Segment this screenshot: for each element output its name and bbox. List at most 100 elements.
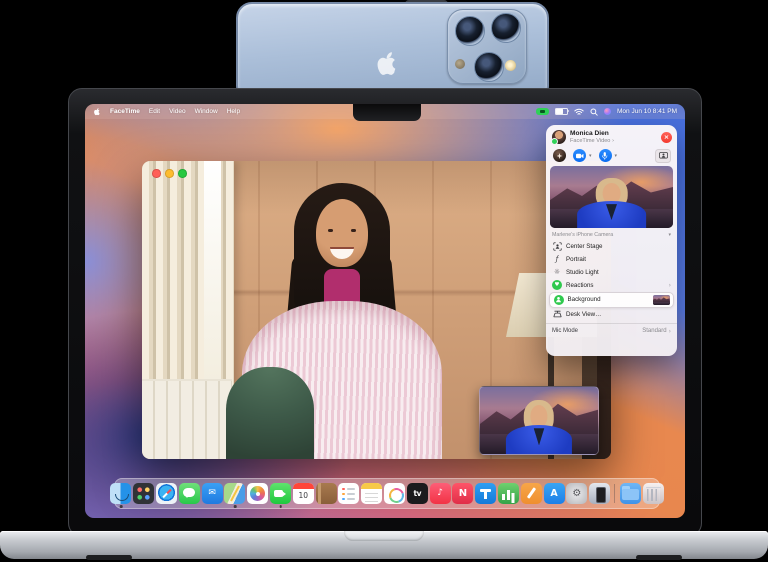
mic-toggle-button[interactable] (599, 149, 612, 162)
dock-calendar-icon[interactable]: 10 (293, 483, 314, 504)
call-header: Monica Dien FaceTime Video › × (546, 125, 677, 148)
product-shot: FaceTime Edit Video Window Help (0, 0, 768, 562)
dock-facetime-icon[interactable] (270, 483, 291, 504)
reactions-icon: ♥ (552, 280, 562, 290)
minimize-window-button[interactable] (165, 169, 174, 178)
dock-notes-icon[interactable] (361, 483, 382, 504)
chevron-down-icon: ▾ (668, 232, 671, 238)
self-video-preview[interactable] (550, 166, 673, 228)
dock-messages-icon[interactable] (179, 483, 200, 504)
chevron-right-icon: › (669, 328, 671, 335)
siri-icon[interactable] (604, 108, 612, 116)
dock-reminders-icon[interactable] (338, 483, 359, 504)
caller-avatar (552, 130, 566, 144)
video-window-light (204, 161, 221, 383)
facetime-window[interactable] (142, 161, 611, 459)
self-view-person (506, 400, 572, 454)
search-icon[interactable] (590, 108, 598, 116)
effect-row-studio-light[interactable]: ☼ Studio Light (546, 266, 677, 279)
dock-numbers-icon[interactable] (498, 483, 519, 504)
mac-screen: FaceTime Edit Video Window Help (85, 104, 685, 518)
dock-trash-icon[interactable] (643, 483, 664, 504)
call-buttons: ▾ ▾ (546, 148, 677, 166)
dock-safari-icon[interactable] (156, 483, 177, 504)
camera-source-header[interactable]: Marlene’s iPhone Camera ▾ (546, 228, 677, 240)
dock-tv-icon[interactable]: tv (407, 483, 428, 504)
menu-video[interactable]: Video (169, 108, 186, 115)
portrait-icon: ƒ (552, 254, 562, 264)
dock-pages-icon[interactable] (521, 483, 542, 504)
studio-light-icon: ☼ (552, 267, 562, 277)
background-thumbnail (653, 295, 670, 305)
mic-mode-value: Standard (642, 328, 666, 334)
preview-person (577, 178, 646, 228)
menu-help[interactable]: Help (227, 108, 240, 115)
camera-toggle-button[interactable] (573, 149, 586, 162)
share-screen-button[interactable] (655, 149, 671, 163)
menu-edit[interactable]: Edit (149, 108, 160, 115)
call-type[interactable]: FaceTime Video › (570, 138, 614, 145)
battery-icon[interactable] (555, 108, 568, 116)
share-screen-icon (659, 152, 668, 159)
dock-maps-icon[interactable] (224, 483, 245, 504)
dock-music-icon[interactable]: ♪ (430, 483, 451, 504)
effect-row-portrait[interactable]: ƒ Portrait (546, 253, 677, 266)
apple-logo (374, 48, 400, 78)
effect-row-desk-view[interactable]: Desk View… (546, 308, 677, 321)
dock-mail-icon[interactable]: ✉ (202, 483, 223, 504)
effect-row-center-stage[interactable]: Center Stage (546, 240, 677, 253)
effects-button[interactable] (553, 149, 566, 162)
dock-iphone-mirroring-icon[interactable] (589, 483, 610, 504)
video-camera-icon (576, 153, 584, 159)
chevron-right-icon: › (669, 282, 671, 289)
mic-icon (602, 152, 608, 160)
iphone-camera-module (447, 9, 527, 84)
close-window-button[interactable] (152, 169, 161, 178)
camera-lens (491, 13, 521, 43)
mount-clamp (353, 104, 421, 121)
iphone-continuity-camera (236, 2, 549, 102)
camera-flash (505, 60, 516, 71)
background-icon (555, 296, 562, 303)
dock-settings-icon[interactable]: ⚙ (566, 483, 587, 504)
video-armchair (226, 367, 314, 459)
camera-active-indicator[interactable] (536, 108, 549, 116)
zoom-window-button[interactable] (178, 169, 187, 178)
camera-lens (455, 16, 485, 46)
lidar-sensor (455, 59, 465, 69)
dock-freeform-icon[interactable] (384, 483, 405, 504)
effect-row-reactions[interactable]: ♥ Reactions › (546, 279, 677, 292)
dock: ✉ 10 tv♪N A⚙ (114, 478, 660, 509)
chevron-down-icon[interactable]: ▾ (615, 153, 618, 159)
dock-downloads-icon[interactable] (620, 483, 641, 504)
center-stage-icon (553, 242, 562, 251)
mic-mode-row[interactable]: Mic Mode Standard › (546, 323, 677, 339)
desk-view-icon (553, 310, 562, 318)
menu-window[interactable]: Window (195, 108, 218, 115)
dock-contacts-icon[interactable] (316, 483, 337, 504)
menu-facetime[interactable]: FaceTime (110, 108, 140, 115)
window-controls (152, 169, 187, 178)
macbook-base (0, 531, 768, 559)
dock-news-icon[interactable]: N (452, 483, 473, 504)
end-call-button[interactable]: × (661, 132, 672, 143)
macbook-display: FaceTime Edit Video Window Help (68, 88, 702, 537)
dock-finder-icon[interactable] (110, 483, 131, 504)
apple-menu-icon[interactable] (93, 107, 101, 116)
dock-keynote-icon[interactable] (475, 483, 496, 504)
dock-appstore-icon[interactable]: A (544, 483, 565, 504)
dock-launchpad-icon[interactable] (133, 483, 154, 504)
self-view-pip[interactable] (479, 386, 599, 455)
chevron-down-icon[interactable]: ▾ (589, 153, 592, 159)
macbook-foot (86, 555, 132, 560)
macbook-foot (636, 555, 682, 560)
close-icon: × (664, 134, 669, 141)
wifi-icon[interactable] (574, 108, 584, 116)
caller-name: Monica Dien (570, 130, 614, 138)
facetime-controls-panel: Monica Dien FaceTime Video › × ▾ (546, 125, 677, 356)
camera-lens (474, 52, 504, 82)
menu-bar-clock[interactable]: Mon Jun 10 8:41 PM (617, 108, 677, 115)
video-wainscot (142, 379, 232, 459)
dock-photos-icon[interactable] (247, 483, 268, 504)
effect-row-background[interactable]: Background (549, 292, 674, 308)
